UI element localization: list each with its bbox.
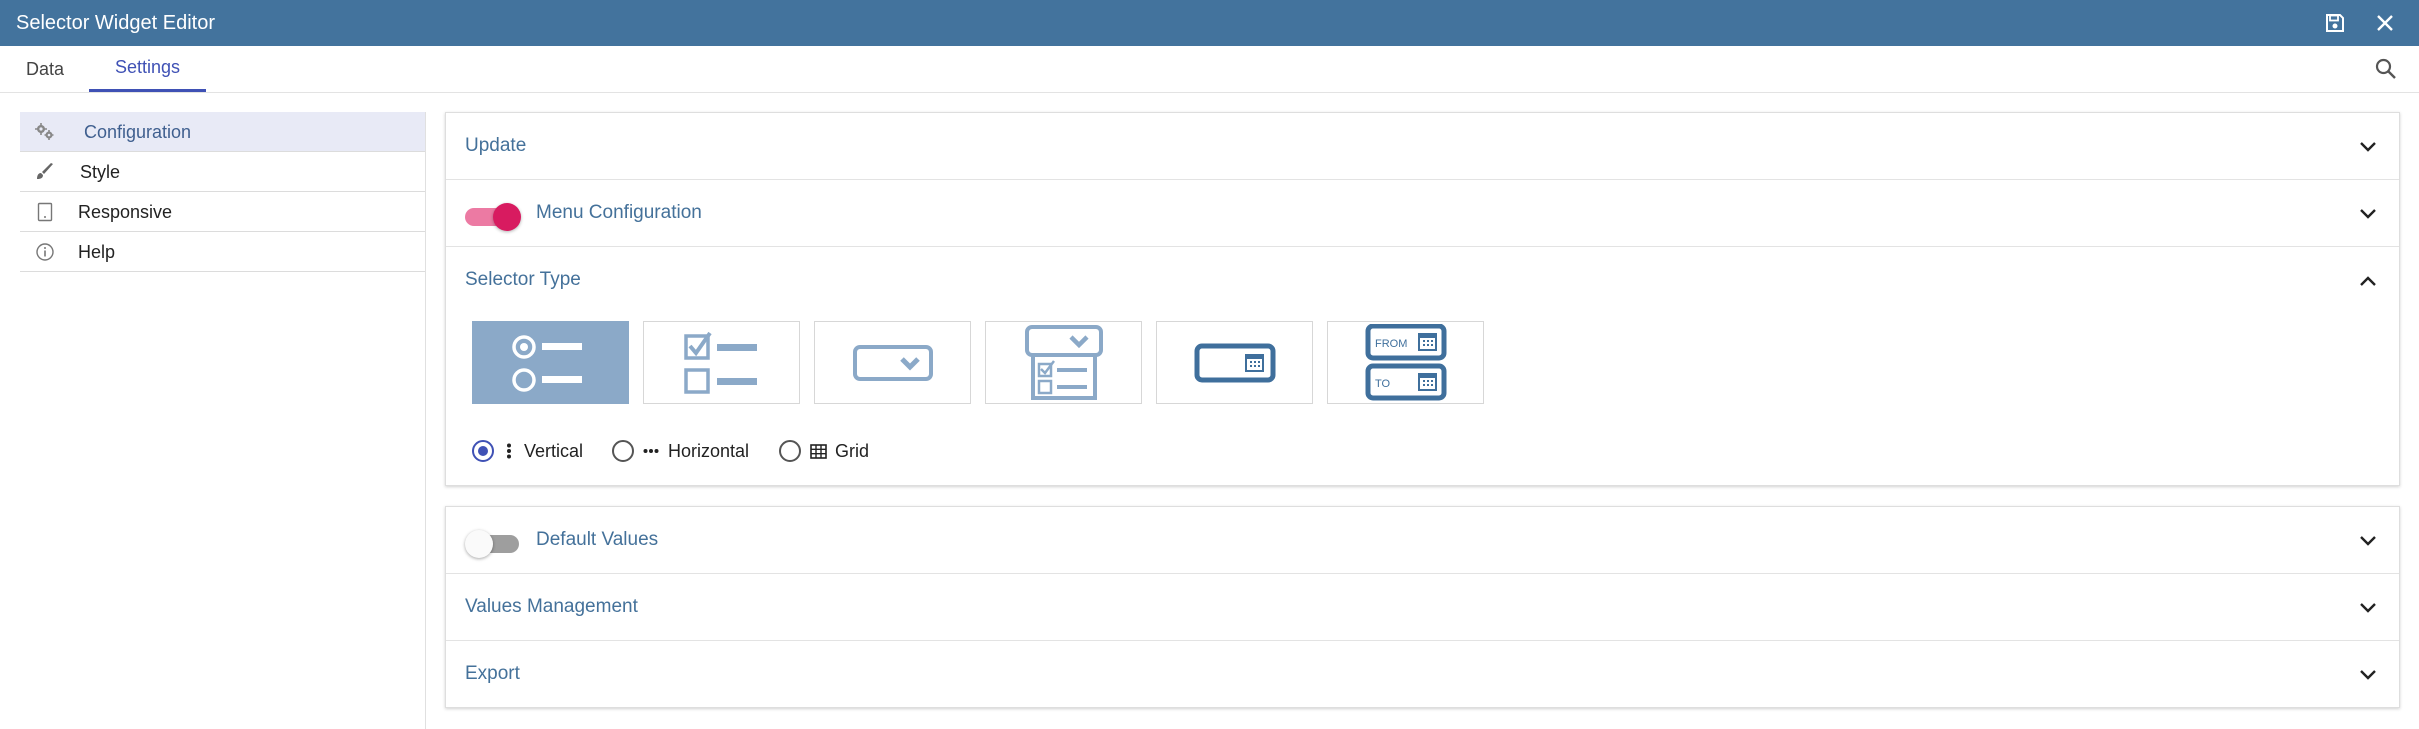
default-values-section-header[interactable]: Default Values (446, 507, 2399, 574)
checkbox-list-icon (683, 331, 757, 394)
chevron-down-icon[interactable] (2355, 662, 2381, 688)
menu-configuration-toggle[interactable] (465, 202, 521, 231)
dropdown-icon (852, 344, 933, 381)
date-range-picker-icon: FROM TO (1365, 323, 1446, 400)
search-icon[interactable] (2373, 56, 2399, 82)
sidebar-item-configuration[interactable]: Configuration (20, 112, 425, 152)
info-icon (34, 242, 56, 262)
from-label: FROM (1375, 338, 1407, 350)
selector-type-checkbox-list[interactable] (643, 321, 800, 404)
chevron-down-icon[interactable] (2355, 201, 2381, 227)
chevron-down-icon[interactable] (2355, 595, 2381, 621)
tab-data[interactable]: Data (10, 46, 80, 92)
values-management-title: Values Management (465, 596, 638, 617)
tab-settings[interactable]: Settings (89, 46, 206, 92)
chevron-down-icon[interactable] (2355, 134, 2381, 160)
orientation-grid-radio[interactable]: Grid (779, 435, 869, 467)
save-icon[interactable] (2323, 11, 2347, 35)
tab-bar: Data Settings (0, 46, 2419, 93)
radio-circle (779, 440, 801, 462)
date-picker-icon (1194, 343, 1275, 382)
selector-type-section: Selector Type FROM TO Vertical Horizonta… (446, 247, 2399, 485)
selector-type-title: Selector Type (465, 269, 581, 290)
values-management-section-header[interactable]: Values Management (446, 574, 2399, 641)
export-section-header[interactable]: Export (446, 641, 2399, 708)
default-values-toggle[interactable] (465, 529, 521, 558)
title-bar: Selector Widget Editor (0, 0, 2419, 46)
update-section-header[interactable]: Update (446, 113, 2399, 180)
sidebar-item-label: Responsive (78, 202, 173, 222)
toggle-knob (493, 203, 521, 231)
menu-configuration-title: Menu Configuration (536, 202, 702, 223)
radio-circle (472, 440, 494, 462)
selector-type-date-range-picker[interactable]: FROM TO (1327, 321, 1484, 404)
close-icon[interactable] (2373, 11, 2397, 35)
orientation-vertical-radio[interactable]: Vertical (472, 435, 583, 467)
sidebar-item-label: Style (80, 162, 121, 182)
selector-type-radio-list[interactable] (472, 321, 629, 404)
selector-type-date-picker[interactable] (1156, 321, 1313, 404)
radio-list-icon (511, 334, 582, 392)
to-label: TO (1375, 378, 1391, 390)
chevron-up-icon[interactable] (2355, 268, 2381, 294)
settings-panel-group: Update Menu Configuration Selector Type (445, 112, 2400, 486)
selector-type-dropdown[interactable] (814, 321, 971, 404)
horizontal-dots-icon (642, 443, 660, 459)
window-actions (2323, 0, 2397, 46)
chevron-down-icon[interactable] (2355, 528, 2381, 554)
settings-panel-group-lower: Default Values Values Management Export (445, 506, 2400, 708)
sidebar-item-responsive[interactable]: Responsive (20, 192, 425, 232)
tablet-icon (34, 202, 56, 222)
brush-icon (34, 162, 56, 182)
gears-icon (34, 122, 56, 142)
orientation-horizontal-label: Horizontal (668, 440, 750, 461)
sidebar-item-style[interactable]: Style (20, 152, 425, 192)
default-values-title: Default Values (536, 529, 659, 550)
selector-type-options: FROM TO (472, 321, 1492, 405)
selector-type-multi-select-dropdown[interactable] (985, 321, 1142, 404)
sidebar: Configuration Style Responsive Help (20, 112, 426, 729)
orientation-horizontal-radio[interactable]: Horizontal (612, 435, 749, 467)
orientation-radio-group: Vertical Horizontal Grid (472, 435, 1072, 467)
window-title: Selector Widget Editor (16, 11, 215, 34)
grid-icon (809, 443, 827, 459)
update-section-title: Update (465, 135, 527, 156)
radio-circle (612, 440, 634, 462)
sidebar-item-label: Help (78, 242, 116, 262)
orientation-vertical-label: Vertical (524, 440, 584, 461)
vertical-dots-icon (502, 443, 516, 459)
menu-configuration-section-header[interactable]: Menu Configuration (446, 180, 2399, 247)
sidebar-item-help[interactable]: Help (20, 232, 425, 272)
orientation-grid-label: Grid (835, 440, 870, 461)
export-title: Export (465, 663, 520, 684)
toggle-knob (465, 530, 493, 558)
multi-select-dropdown-icon (1024, 324, 1103, 400)
sidebar-item-label: Configuration (84, 122, 192, 142)
